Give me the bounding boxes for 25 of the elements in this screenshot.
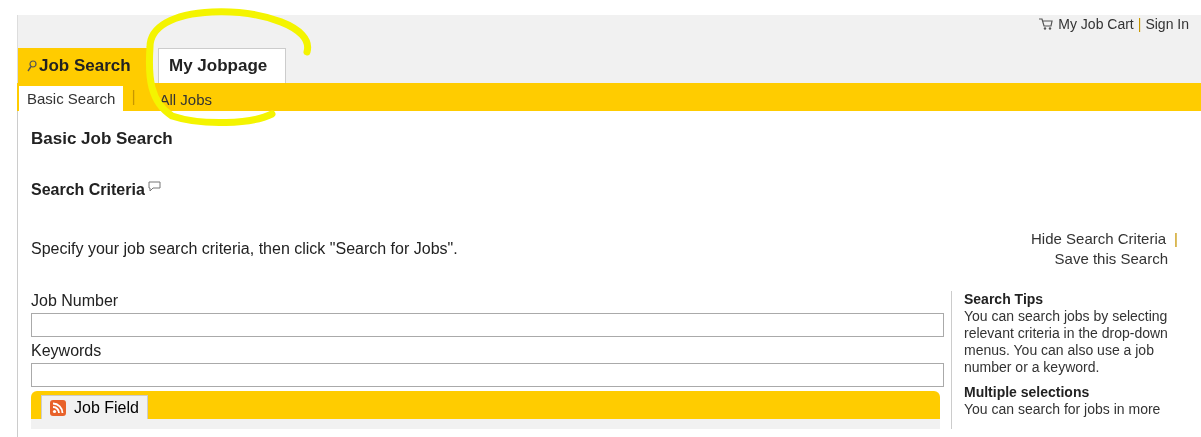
instructions: Specify your job search criteria, then click "Search for Jobs". <box>31 240 458 259</box>
tip-title: Search Tips <box>964 291 1045 308</box>
separator: | <box>1174 229 1178 249</box>
hide-criteria-link[interactable]: Hide Search Criteria <box>1031 229 1167 249</box>
tip-text: You can search jobs by selecting relevant criteria in the drop-down menus. You can also use a job number or a keyword. <box>964 308 1169 376</box>
rss-icon <box>50 399 66 416</box>
input-field[interactable] <box>31 313 944 337</box>
section-title: Search Criteria <box>31 181 145 199</box>
panel-tab[interactable]: Job Field <box>41 395 148 419</box>
input-field[interactable] <box>31 363 944 387</box>
separator: | <box>1137 16 1142 32</box>
search-icon <box>27 60 37 72</box>
tab[interactable]: My Jobpage <box>158 48 286 83</box>
field-label: Job Number <box>31 291 120 311</box>
tip-text: You can search for jobs in more <box>964 401 1162 418</box>
header-link[interactable]: Sign In <box>1145 16 1189 32</box>
header-link[interactable]: My Job Cart <box>1039 16 1134 32</box>
subnav-tab[interactable]: Basic Search <box>19 86 124 111</box>
speech-bubble-icon[interactable] <box>147 181 161 192</box>
tip-title: Multiple selections <box>964 384 1091 401</box>
cart-icon <box>1039 18 1054 30</box>
save-search-link[interactable]: Save this Search <box>1054 249 1168 269</box>
field-label: Keywords <box>31 341 103 361</box>
page-title: Basic Job Search <box>31 129 174 149</box>
separator: | <box>131 88 136 106</box>
